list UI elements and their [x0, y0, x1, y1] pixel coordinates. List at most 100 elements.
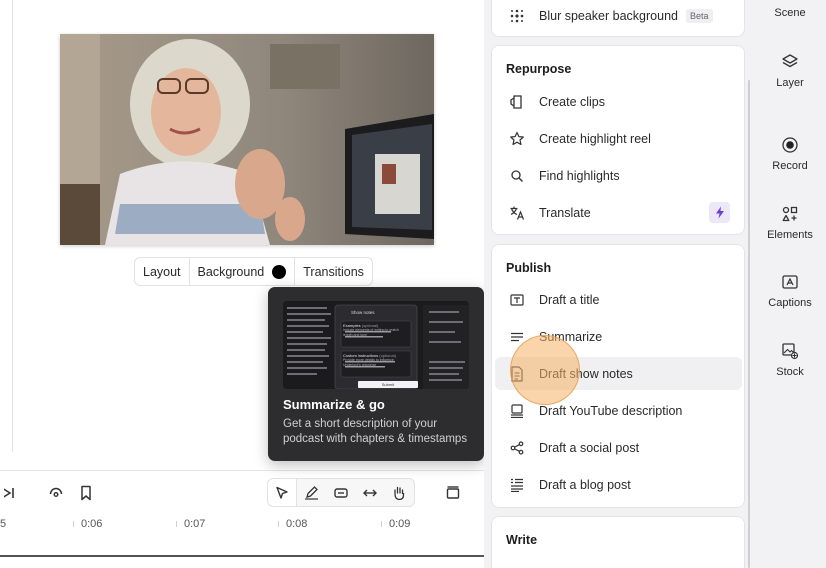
rail-item-stock[interactable]: Stock	[754, 339, 826, 378]
youtube-description-icon	[506, 400, 528, 422]
tooltip-description: Get a short description of your podcast …	[283, 418, 468, 445]
rail-item-captions[interactable]: Captions	[754, 270, 826, 309]
scene-effects-card: Blur speaker background Beta	[491, 0, 745, 37]
find-highlights-label: Find highlights	[539, 168, 620, 183]
timeline-tick: 0:09	[389, 518, 411, 530]
scene-toolbar: Layout Background Transitions	[134, 257, 373, 286]
rail-item-record[interactable]: Record	[754, 133, 826, 172]
panel-scrollbar[interactable]	[748, 80, 750, 568]
layout-button[interactable]: Layout	[135, 258, 190, 285]
clips-icon	[506, 91, 528, 113]
draft-show-notes-label: Draft show notes	[539, 366, 633, 381]
summarize-item[interactable]: Summarize	[495, 320, 742, 353]
translate-label: Translate	[539, 205, 591, 220]
create-highlight-reel-item[interactable]: Create highlight reel	[495, 122, 742, 155]
background-color-swatch	[272, 264, 287, 279]
blur-grid-icon	[506, 5, 528, 27]
draft-title-item[interactable]: Draft a title	[495, 283, 742, 316]
draft-show-notes-item[interactable]: Draft show notes	[495, 357, 742, 390]
timeline-track[interactable]	[0, 555, 484, 557]
rail-label-scene: Scene	[774, 7, 806, 19]
blur-speaker-background-item[interactable]: Blur speaker background Beta	[495, 0, 742, 32]
publish-card: Publish Draft a title Summarize Draft sh…	[491, 244, 745, 508]
tooltip-preview-image: Show notes Examples (optional) Include e…	[283, 301, 469, 389]
create-highlight-reel-label: Create highlight reel	[539, 131, 651, 146]
layout-label: Layout	[143, 264, 181, 279]
draft-social-post-item[interactable]: Draft a social post	[495, 431, 742, 464]
draft-blog-post-item[interactable]: Draft a blog post	[495, 468, 742, 501]
rail-label-captions: Captions	[768, 297, 812, 309]
write-title: Write	[506, 533, 538, 547]
draft-blog-post-label: Draft a blog post	[539, 477, 631, 492]
search-icon	[506, 165, 528, 187]
editor-area: Layout Background Transitions 5 0:06 0:0…	[0, 0, 484, 568]
translate-item[interactable]: Translate	[495, 196, 742, 229]
rail-label-layer: Layer	[776, 77, 804, 89]
preview-custom-text: Provide more details to influence Underl…	[343, 358, 394, 367]
timeline-tick-mark	[73, 521, 74, 527]
pen-tool-icon[interactable]	[297, 479, 326, 506]
draft-title-label: Draft a title	[539, 292, 600, 307]
draft-youtube-description-item[interactable]: Draft YouTube description	[495, 394, 742, 427]
summarize-icon	[506, 326, 528, 348]
star-icon	[506, 128, 528, 150]
elements-icon	[778, 202, 802, 226]
blog-icon	[506, 474, 528, 496]
right-rail: Scene Layer Record Elements Captions Sto…	[754, 0, 826, 568]
timeline-tick: 5	[0, 518, 7, 530]
rail-item-elements[interactable]: Elements	[754, 202, 826, 241]
timeline-tools	[267, 478, 415, 507]
rail-item-layer[interactable]: Layer	[754, 50, 826, 89]
bolt-icon	[709, 202, 730, 223]
gap-tool-icon[interactable]	[326, 479, 355, 506]
create-clips-item[interactable]: Create clips	[495, 85, 742, 118]
captions-icon	[778, 270, 802, 294]
repurpose-title: Repurpose	[506, 62, 572, 76]
timeline-tick-mark	[278, 521, 279, 527]
share-icon	[506, 437, 528, 459]
rail-label-elements: Elements	[767, 229, 813, 241]
timeline-tick-mark	[381, 521, 382, 527]
layers-icon	[778, 50, 802, 74]
transitions-label: Transitions	[303, 264, 364, 279]
preview-submit-button: Submit	[358, 381, 418, 388]
bookmark-icon[interactable]	[75, 482, 97, 504]
background-button[interactable]: Background	[190, 258, 296, 285]
rail-label-stock: Stock	[776, 366, 804, 378]
rail-label-record: Record	[772, 160, 808, 172]
loop-icon[interactable]	[45, 482, 67, 504]
layout-panel-icon[interactable]	[442, 482, 464, 504]
create-clips-label: Create clips	[539, 94, 605, 109]
canvas-divider	[12, 0, 13, 452]
actions-panel: Blur speaker background Beta Repurpose C…	[484, 0, 754, 568]
hand-tool-icon[interactable]	[384, 479, 413, 506]
translate-icon	[506, 202, 528, 224]
timeline-divider	[0, 470, 484, 471]
stock-media-icon	[778, 339, 802, 363]
blur-speaker-background-label: Blur speaker background	[539, 8, 678, 23]
find-highlights-item[interactable]: Find highlights	[495, 159, 742, 192]
document-icon	[506, 363, 528, 385]
tooltip-title: Summarize & go	[283, 397, 385, 412]
record-icon	[778, 133, 802, 157]
select-tool-icon[interactable]	[268, 479, 297, 506]
timeline-tick: 0:08	[286, 518, 308, 530]
repurpose-card: Repurpose Create clips Create highlight …	[491, 45, 745, 235]
skip-end-icon[interactable]	[0, 482, 22, 504]
video-preview[interactable]	[60, 34, 434, 245]
draft-social-post-label: Draft a social post	[539, 440, 640, 455]
stretch-tool-icon[interactable]	[355, 479, 384, 506]
timeline-tick: 0:06	[81, 518, 103, 530]
background-label: Background	[197, 264, 265, 279]
draft-youtube-description-label: Draft YouTube description	[539, 403, 683, 418]
beta-badge: Beta	[685, 8, 713, 23]
publish-title: Publish	[506, 261, 552, 275]
feature-tooltip: Show notes Examples (optional) Include e…	[268, 287, 484, 461]
speaker-video-frame	[60, 34, 434, 245]
preview-examples-text: Include elements of writing to match len…	[343, 328, 399, 337]
transitions-button[interactable]: Transitions	[295, 258, 372, 285]
write-card: Write	[491, 516, 745, 568]
preview-header: Show notes	[351, 310, 375, 315]
summarize-label: Summarize	[539, 329, 603, 344]
rail-item-scene[interactable]: Scene	[754, 4, 826, 19]
